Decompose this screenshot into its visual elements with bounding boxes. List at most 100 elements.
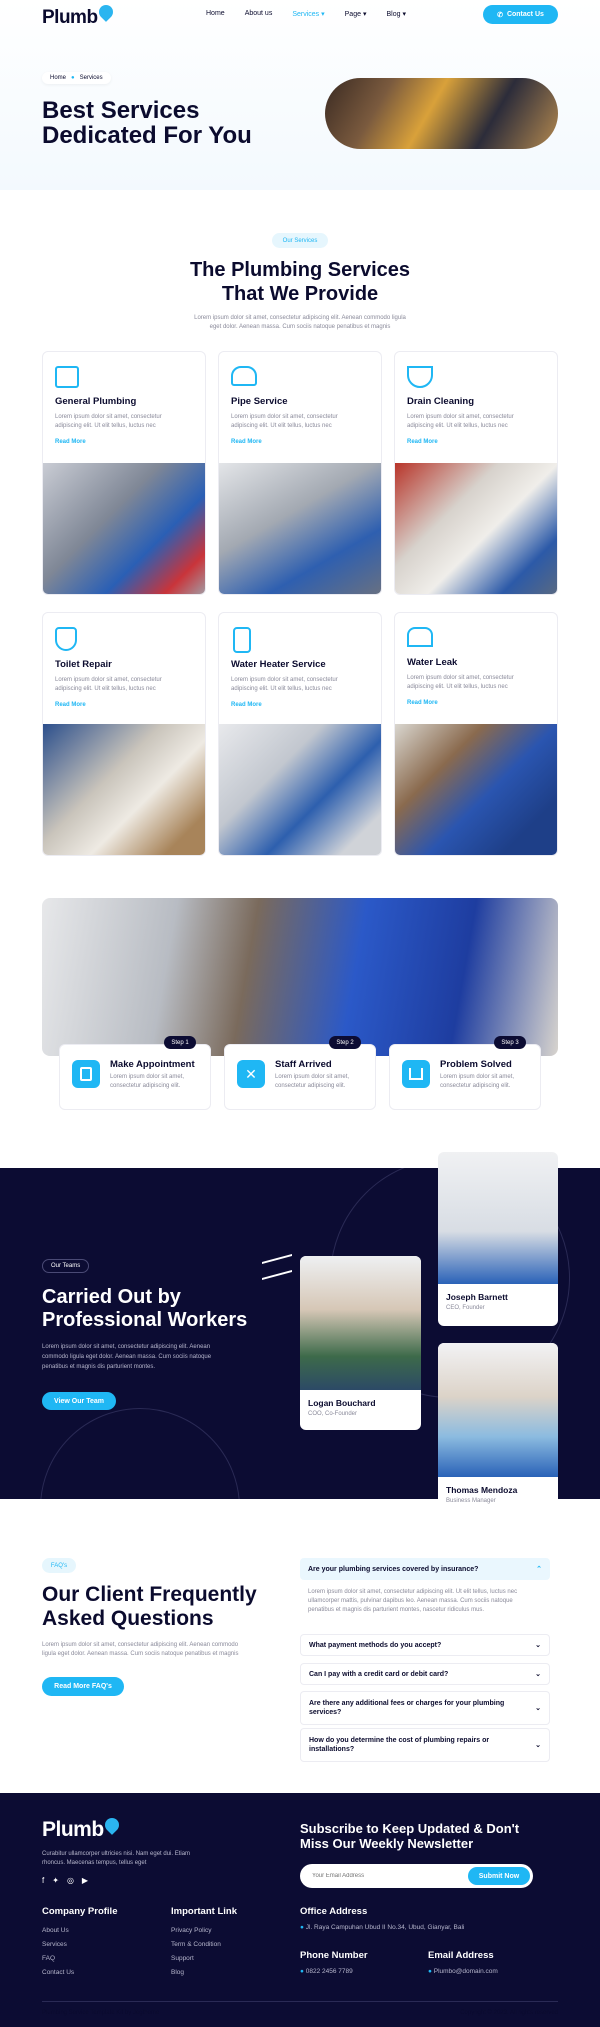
footer-link[interactable]: Privacy Policy [171, 1924, 237, 1938]
service-card[interactable]: Pipe Service Lorem ipsum dolor sit amet,… [218, 351, 382, 595]
team-desc-line1: Lorem ipsum dolor sit amet, consectetur … [42, 1344, 211, 1350]
service-card-title: Water Leak [407, 657, 458, 668]
nav-services[interactable]: Services ▾ [292, 10, 324, 18]
footer-link[interactable]: Term & Condition [171, 1938, 237, 1952]
email-text[interactable]: ● Plumbo@domain.com [428, 1968, 498, 1975]
subscribe-title: Subscribe to Keep Updated & Don't Miss O… [300, 1821, 519, 1851]
steps-banner [42, 898, 558, 1056]
step-title: Problem Solved [440, 1059, 512, 1070]
company-profile-title: Company Profile [42, 1906, 118, 1917]
read-more-link[interactable]: Read More [407, 700, 545, 706]
read-more-link[interactable]: Read More [55, 702, 193, 708]
subscribe-title-line2: Miss Our Weekly Newsletter [300, 1836, 474, 1851]
step-desc: Lorem ipsum dolor sit amet, consectetur a… [275, 1073, 349, 1091]
phone-title: Phone Number [300, 1950, 368, 1961]
sink-icon [407, 366, 433, 388]
email-block: Email Address ● Plumbo@domain.com [428, 1950, 498, 1975]
service-card-desc-line1: Lorem ipsum dolor sit amet, consectetur [55, 677, 162, 683]
network-icon [402, 1060, 430, 1088]
subscribe-button[interactable]: Submit Now [468, 1867, 530, 1885]
faq-question-open[interactable]: Are your plumbing services covered by in… [300, 1558, 550, 1580]
breadcrumb: Home ● Services [42, 72, 111, 84]
service-card-title: Toilet Repair [55, 659, 112, 670]
nav-home[interactable]: Home [206, 10, 225, 18]
team-card[interactable]: Joseph Barnett CEO, Founder [438, 1152, 558, 1326]
team-card[interactable]: Thomas Mendoza Business Manager [438, 1343, 558, 1517]
step-desc-line1: Lorem ipsum dolor sit amet, [110, 1074, 185, 1080]
service-photo [43, 724, 205, 855]
service-card[interactable]: Drain Cleaning Lorem ipsum dolor sit ame… [394, 351, 558, 595]
toolbox-icon [55, 366, 79, 388]
faq-item[interactable]: Are there any additional fees or charges… [300, 1691, 550, 1725]
contact-button[interactable]: ✆ Contact Us [483, 5, 558, 24]
service-card[interactable]: Toilet Repair Lorem ipsum dolor sit amet… [42, 612, 206, 856]
services-desc: Lorem ipsum dolor sit amet, consectetur … [0, 314, 600, 332]
toilet-icon [55, 627, 77, 651]
faq-item[interactable]: How do you determine the cost of plumbin… [300, 1728, 550, 1762]
footer-link[interactable]: Services [42, 1938, 118, 1952]
team-title-line1: Carried Out by [42, 1286, 181, 1308]
phone-icon: ✆ [497, 11, 503, 19]
faq-answer-line2: ullamcorper mattis, pulvinar dapibus leo… [308, 1598, 513, 1604]
nav-blog[interactable]: Blog ▾ [386, 10, 405, 18]
service-card-desc-line1: Lorem ipsum dolor sit amet, consectetur [231, 414, 338, 420]
footer-about-line2: rhoncus. Maecenas tempus, tellus eget [42, 1860, 147, 1866]
service-card-desc-line2: adipiscing elit. Ut elit tellus, luctus … [231, 423, 332, 429]
faq-question-line1: Are there any additional fees or charges… [309, 1700, 505, 1707]
page-title-line1: Best Services [42, 97, 200, 124]
team-tag: Our Teams [42, 1259, 90, 1273]
service-card[interactable]: Water Heater Service Lorem ipsum dolor s… [218, 612, 382, 856]
read-more-link[interactable]: Read More [407, 439, 545, 445]
faq-title-line1: Our Client Frequently [42, 1583, 257, 1606]
office-address-value: Jl. Raya Campuhan Ubud II No.34, Ubud, G… [305, 1924, 465, 1931]
service-card[interactable]: General Plumbing Lorem ipsum dolor sit a… [42, 351, 206, 595]
read-more-link[interactable]: Read More [231, 702, 369, 708]
step-badge: Step 2 [329, 1036, 361, 1049]
service-photo [395, 724, 557, 855]
read-more-faq-button[interactable]: Read More FAQ's [42, 1677, 124, 1696]
main-nav: Home About us Services ▾ Page ▾ Blog ▾ [206, 10, 406, 18]
nav-about[interactable]: About us [245, 10, 273, 18]
breadcrumb-current: Services [79, 75, 103, 81]
logo[interactable]: Plumb [42, 2, 116, 29]
footer-credit: Plumbing Service Template Kit by Jegthem… [42, 2010, 160, 2016]
email-input[interactable] [312, 1873, 442, 1879]
view-team-button[interactable]: View Our Team [42, 1392, 116, 1410]
social-icons: f ✦ ◎ ▶ [42, 1876, 88, 1885]
service-card[interactable]: Water Leak Lorem ipsum dolor sit amet, c… [394, 612, 558, 856]
faq-question-label: Are your plumbing services covered by in… [308, 1565, 479, 1573]
subscribe-form: Submit Now [300, 1864, 533, 1888]
footer-link[interactable]: Blog [171, 1966, 237, 1980]
footer-link[interactable]: Support [171, 1952, 237, 1966]
read-more-link[interactable]: Read More [55, 439, 193, 445]
youtube-icon[interactable]: ▶ [82, 1876, 88, 1885]
nav-services-label: Services [292, 11, 320, 18]
footer-link[interactable]: FAQ [42, 1952, 118, 1966]
faq-question-label: Can I pay with a credit card or debit ca… [309, 1670, 449, 1678]
faq-item[interactable]: Can I pay with a credit card or debit ca… [300, 1663, 550, 1685]
phone-text[interactable]: ● 0822 2456 7789 [300, 1968, 368, 1975]
team-card[interactable]: Logan Bouchard COO, Co-Founder [300, 1256, 421, 1430]
instagram-icon[interactable]: ◎ [67, 1876, 74, 1885]
footer-link[interactable]: Contact Us [42, 1966, 118, 1980]
service-card-desc-line1: Lorem ipsum dolor sit amet, consectetur [55, 414, 162, 420]
footer-link[interactable]: About Us [42, 1924, 118, 1938]
facebook-icon[interactable]: f [42, 1876, 44, 1885]
read-more-link[interactable]: Read More [231, 439, 369, 445]
contact-button-label: Contact Us [506, 11, 544, 18]
services-title: The Plumbing Services That We Provide [0, 258, 600, 306]
faq-item[interactable]: What payment methods do you accept? ⌄ [300, 1634, 550, 1656]
chevron-down-icon: ⌄ [535, 1642, 541, 1649]
step-desc-line1: Lorem ipsum dolor sit amet, [275, 1074, 350, 1080]
breadcrumb-home[interactable]: Home [50, 75, 66, 81]
faq-desc-line1: Lorem ipsum dolor sit amet, consectetur … [42, 1642, 239, 1648]
footer-logo[interactable]: Plumb [42, 1815, 122, 1842]
nav-page[interactable]: Page ▾ [345, 10, 367, 18]
faq-question-line2: installations? [309, 1746, 355, 1753]
twitter-icon[interactable]: ✦ [52, 1876, 59, 1885]
drop-logo-icon [95, 2, 116, 22]
step-card: Step 3 Problem Solved Lorem ipsum dolor … [389, 1036, 541, 1110]
chevron-up-icon: ⌃ [536, 1566, 542, 1573]
footer-copyright: Copyright © 2023. All rights reserved [460, 2010, 558, 2016]
service-photo [219, 724, 381, 855]
